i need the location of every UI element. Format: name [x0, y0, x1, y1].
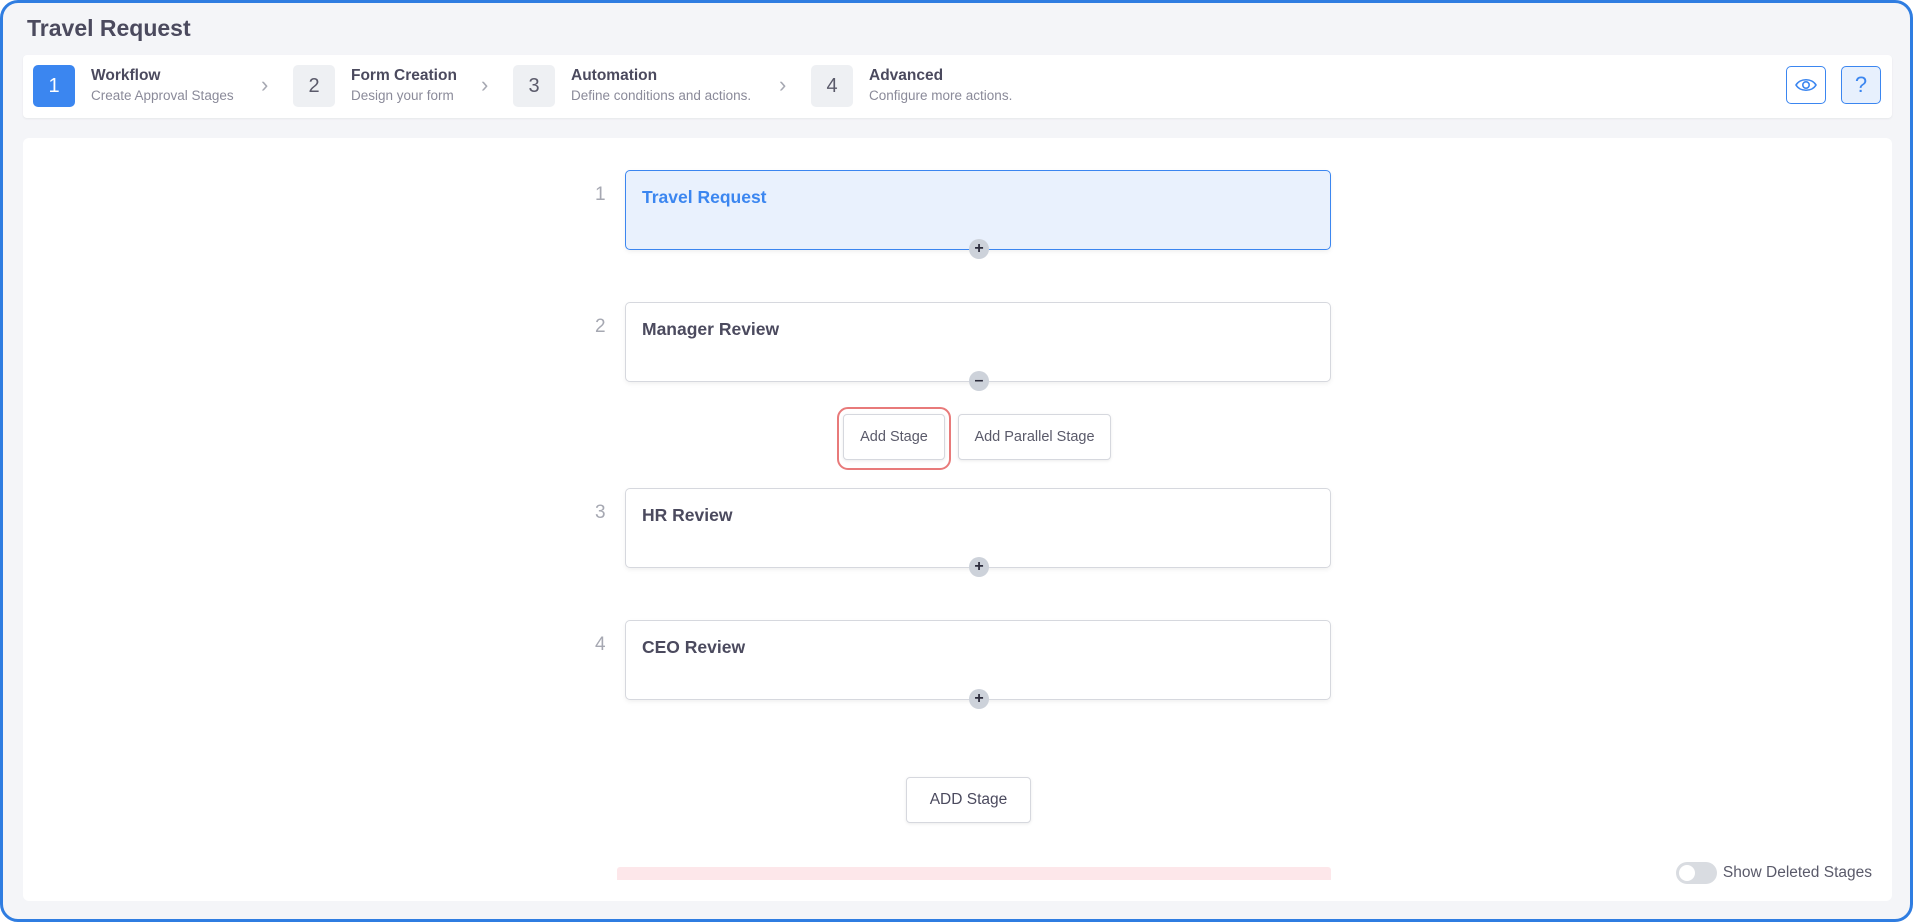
chevron-right-icon: ›	[779, 72, 787, 97]
step-title: Workflow	[91, 67, 161, 84]
stage-name: HR Review	[642, 505, 733, 525]
stage-number: 1	[595, 184, 606, 205]
step-subtitle: Define conditions and actions.	[571, 88, 752, 103]
step-title: Automation	[571, 67, 658, 84]
step-subtitle: Configure more actions.	[869, 88, 1013, 103]
show-deleted-label: Show Deleted Stages	[1722, 864, 1872, 881]
step-number: 2	[293, 65, 335, 107]
collapse-stage-button[interactable]: –	[969, 371, 989, 391]
step-title: Form Creation	[351, 67, 457, 84]
add-stage-button[interactable]: Add Stage	[843, 414, 945, 460]
workflow-canvas: 1 Travel Request + 2 Manager Review – Ad…	[23, 138, 1892, 901]
step-number: 3	[513, 65, 555, 107]
chevron-right-icon: ›	[481, 72, 489, 97]
add-stage-bottom-button[interactable]: ADD Stage	[906, 777, 1031, 823]
question-icon: ?	[1854, 72, 1868, 97]
step-automation[interactable]: 3 Automation Define conditions and actio…	[513, 65, 751, 107]
step-number: 1	[33, 65, 75, 107]
workflow-stepper: 1 Workflow Create Approval Stages › 2 Fo…	[23, 55, 1892, 118]
stage-name: Travel Request	[642, 187, 767, 207]
expand-stage-button[interactable]: +	[969, 239, 989, 259]
step-number: 4	[811, 65, 853, 107]
stage-card-manager-review[interactable]: Manager Review –	[625, 302, 1331, 391]
help-button[interactable]: ?	[1841, 66, 1881, 104]
expand-stage-button[interactable]: +	[969, 557, 989, 577]
stage-number: 2	[595, 316, 606, 337]
deleted-stage-placeholder	[617, 867, 1331, 880]
step-form-creation[interactable]: 2 Form Creation Design your form	[293, 65, 457, 107]
show-deleted-stages[interactable]: Show Deleted Stages	[1675, 862, 1872, 884]
stage-card-ceo-review[interactable]: CEO Review +	[625, 620, 1331, 709]
chevron-right-icon: ›	[261, 72, 269, 97]
step-title: Advanced	[869, 67, 944, 84]
stage-number: 4	[595, 634, 606, 655]
add-parallel-stage-button[interactable]: Add Parallel Stage	[958, 414, 1111, 460]
stage-name: CEO Review	[642, 637, 746, 657]
page-title: Travel Request	[27, 15, 191, 41]
eye-icon	[1795, 78, 1817, 92]
app-window: Travel Request 1 Workflow Create Approva…	[0, 0, 1913, 922]
stage-name: Manager Review	[642, 319, 780, 339]
stage-card-travel-request[interactable]: Travel Request +	[625, 170, 1331, 259]
step-subtitle: Design your form	[351, 88, 454, 103]
show-deleted-toggle[interactable]	[1675, 862, 1717, 884]
stage-number: 3	[595, 502, 606, 523]
stage-card-hr-review[interactable]: HR Review +	[625, 488, 1331, 577]
step-advanced[interactable]: 4 Advanced Configure more actions.	[811, 65, 1012, 107]
step-subtitle: Create Approval Stages	[91, 88, 234, 103]
step-workflow[interactable]: 1 Workflow Create Approval Stages	[33, 65, 234, 107]
expand-stage-button[interactable]: +	[969, 689, 989, 709]
toggle-knob	[1678, 865, 1695, 881]
preview-button[interactable]	[1786, 66, 1826, 104]
